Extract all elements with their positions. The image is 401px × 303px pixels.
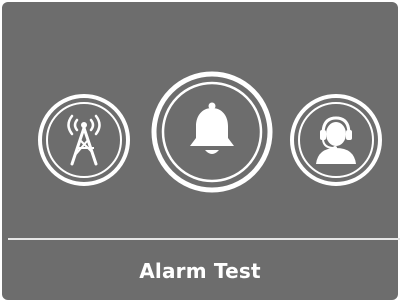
footer-bar: Alarm Test: [2, 242, 398, 300]
radio-tower-icon: [38, 94, 130, 186]
bell-icon: [151, 71, 273, 193]
screen-title: Alarm Test: [139, 259, 261, 283]
alarm-bell-button[interactable]: [150, 70, 274, 194]
radio-tower-button[interactable]: [36, 92, 132, 188]
support-agent-headset-icon: [290, 94, 382, 186]
support-agent-button[interactable]: [288, 92, 384, 188]
divider-line: [8, 238, 400, 240]
action-icon-row: [2, 2, 398, 240]
alarm-test-screen: Alarm Test: [2, 2, 398, 300]
